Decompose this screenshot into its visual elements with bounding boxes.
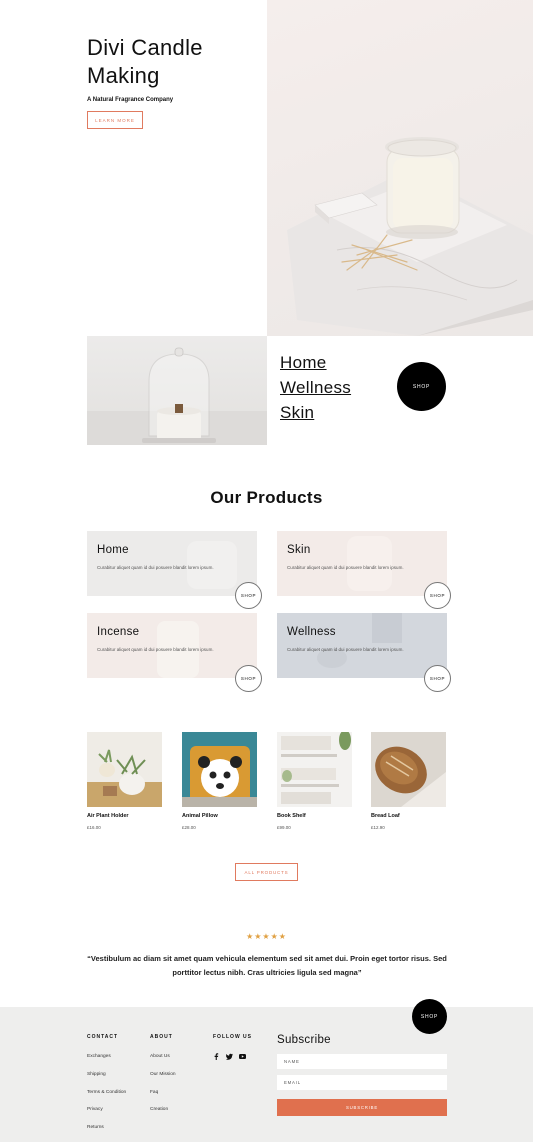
- subscribe-title: Subscribe: [277, 1034, 331, 1046]
- footer-shop-button[interactable]: SHOP: [412, 999, 447, 1034]
- glass-dome-candle-image: [87, 336, 267, 445]
- card-description: Curabitur aliquet quam id dui posuere bl…: [97, 565, 214, 570]
- product-card-home[interactable]: Home Curabitur aliquet quam id dui posue…: [87, 531, 257, 596]
- category-links: Home Wellness Skin: [280, 350, 351, 425]
- subscribe-button[interactable]: SUBSCRIBE: [277, 1099, 447, 1116]
- card-title: Incense: [97, 626, 140, 638]
- hero-subtitle: A Natural Fragrance Company: [87, 97, 174, 103]
- product-image-book-shelf[interactable]: [277, 732, 352, 807]
- product-name[interactable]: Air Plant Holder: [87, 813, 129, 819]
- product-price: £99.00: [277, 825, 291, 830]
- footer-link-shipping[interactable]: Shipping: [87, 1072, 106, 1077]
- hero-title: Divi Candle Making: [87, 35, 203, 88]
- twitter-icon[interactable]: [226, 1053, 233, 1062]
- products-section-title: Our Products: [210, 488, 323, 507]
- footer-contact-heading: CONTACT: [87, 1034, 119, 1040]
- category-link-skin[interactable]: Skin: [280, 400, 351, 425]
- card-title: Skin: [287, 544, 311, 556]
- category-link-wellness[interactable]: Wellness: [280, 375, 351, 400]
- facebook-icon[interactable]: [213, 1053, 219, 1062]
- testimonial-quote: “Vestibulum ac diam sit amet quam vehicu…: [87, 954, 447, 977]
- footer-link-creation[interactable]: Creation: [150, 1107, 168, 1112]
- card-shop-button-incense[interactable]: SHOP: [235, 665, 262, 692]
- all-products-button[interactable]: ALL PRODUCTS: [235, 863, 298, 881]
- card-description: Curabitur aliquet quam id dui posuere bl…: [287, 647, 404, 652]
- email-field[interactable]: EMAIL: [277, 1075, 447, 1090]
- youtube-icon[interactable]: [239, 1054, 246, 1061]
- product-image-air-plant-holder[interactable]: [87, 732, 162, 807]
- footer-about-heading: ABOUT: [150, 1034, 173, 1040]
- card-description: Curabitur aliquet quam id dui posuere bl…: [97, 647, 214, 652]
- card-description: Curabitur aliquet quam id dui posuere bl…: [287, 565, 404, 570]
- footer-link-our-mission[interactable]: Our Mission: [150, 1072, 176, 1077]
- card-shop-button-wellness[interactable]: SHOP: [424, 665, 451, 692]
- footer-link-returns[interactable]: Returns: [87, 1125, 104, 1130]
- product-name[interactable]: Book Shelf: [277, 813, 306, 819]
- card-title: Home: [97, 544, 129, 556]
- product-image-animal-pillow[interactable]: [182, 732, 257, 807]
- product-card-incense[interactable]: Incense Curabitur aliquet quam id dui po…: [87, 613, 257, 678]
- card-shop-button-home[interactable]: SHOP: [235, 582, 262, 609]
- name-field[interactable]: NAME: [277, 1054, 447, 1069]
- footer: [0, 1007, 533, 1142]
- card-shop-button-skin[interactable]: SHOP: [424, 582, 451, 609]
- hero-candle-image: [267, 0, 533, 336]
- product-price: £16.00: [87, 825, 101, 830]
- footer-link-faq[interactable]: Faq: [150, 1090, 158, 1095]
- footer-link-about-us[interactable]: About Us: [150, 1054, 170, 1059]
- learn-more-button[interactable]: LEARN MORE: [87, 111, 143, 129]
- card-title: Wellness: [287, 626, 336, 638]
- footer-link-exchanges[interactable]: Exchanges: [87, 1054, 111, 1059]
- product-name[interactable]: Bread Loaf: [371, 813, 400, 819]
- footer-link-terms[interactable]: Terms & Condition: [87, 1090, 126, 1095]
- footer-link-privacy[interactable]: Privacy: [87, 1107, 103, 1112]
- rating-stars-icon: ★★★★★: [246, 932, 287, 941]
- shop-button[interactable]: SHOP: [397, 362, 446, 411]
- product-image-bread-loaf[interactable]: [371, 732, 446, 807]
- product-price: £12.90: [371, 825, 385, 830]
- product-name[interactable]: Animal Pillow: [182, 813, 218, 819]
- category-link-home[interactable]: Home: [280, 350, 351, 375]
- footer-follow-heading: FOLLOW US: [213, 1034, 252, 1040]
- product-price: £28.00: [182, 825, 196, 830]
- product-card-skin[interactable]: Skin Curabitur aliquet quam id dui posue…: [277, 531, 447, 596]
- product-card-wellness[interactable]: Wellness Curabitur aliquet quam id dui p…: [277, 613, 447, 678]
